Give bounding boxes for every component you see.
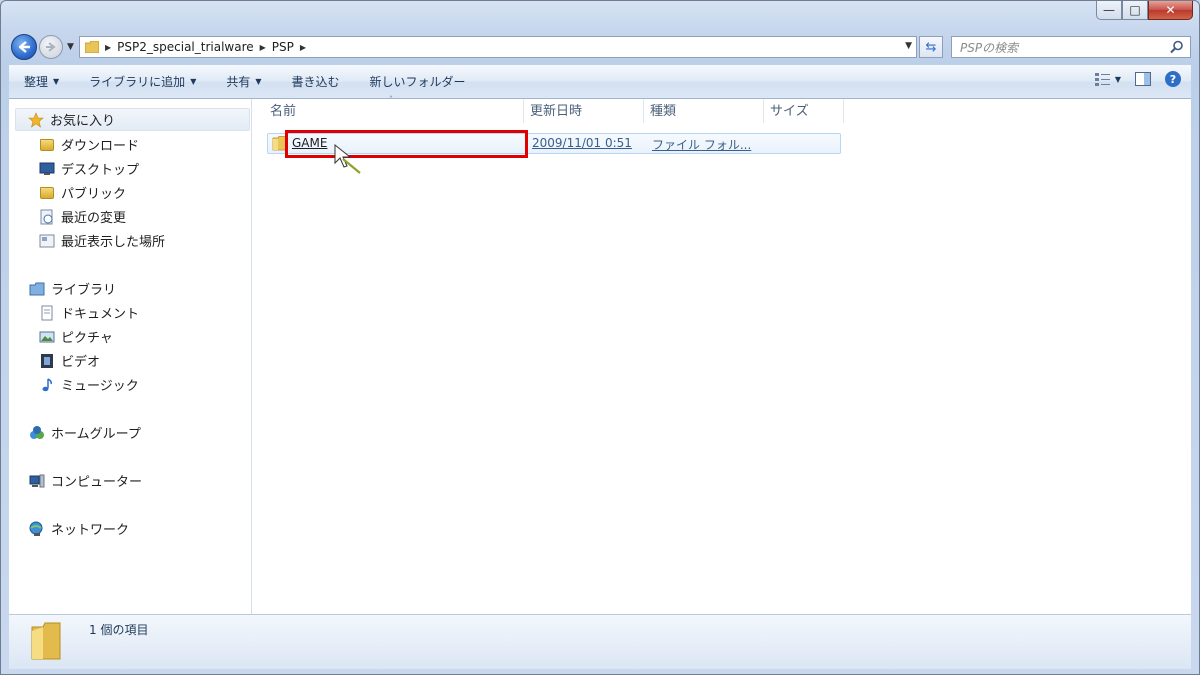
sidebar-item-recent-places[interactable]: 最近表示した場所 [39, 231, 165, 250]
sidebar-item-documents[interactable]: ドキュメント [39, 303, 139, 322]
command-bar: 整理 ▼ ライブラリに追加 ▼ 共有 ▼ 書き込む 新しいフォルダー ▼ ? [9, 65, 1191, 99]
details-pane: 1 個の項目 [9, 614, 1191, 669]
recent-places-icon [39, 234, 55, 247]
sidebar-item-label: ドキュメント [61, 307, 140, 322]
network-icon [29, 521, 43, 536]
view-controls: ▼ ? [1094, 71, 1181, 87]
address-dropdown[interactable]: ▼ [905, 41, 912, 51]
refresh-icon: ⇆ [925, 39, 937, 55]
search-icon[interactable] [1170, 40, 1184, 54]
close-button[interactable]: ✕ [1148, 1, 1193, 20]
dropdown-arrow-icon: ▼ [53, 77, 60, 86]
sidebar-item-downloads[interactable]: ダウンロード [39, 135, 139, 154]
search-placeholder: PSPの検索 [960, 40, 1019, 55]
breadcrumb-item[interactable]: PSP [272, 40, 294, 54]
sidebar-item-label: デスクトップ [61, 163, 140, 178]
search-input[interactable]: PSPの検索 [951, 36, 1191, 58]
view-dropdown-arrow-icon[interactable]: ▼ [1115, 75, 1121, 84]
new-folder-label: 新しいフォルダー [369, 75, 466, 89]
arrow-left-icon [18, 41, 30, 53]
breadcrumb-separator[interactable]: ▶ [300, 43, 306, 52]
homegroup-icon [30, 425, 44, 439]
desktop-icon [39, 162, 55, 175]
computer-icon [29, 474, 45, 487]
caption-buttons: — □ ✕ [1096, 1, 1193, 20]
sidebar-item-label: ネットワーク [51, 523, 130, 538]
burn-label: 書き込む [291, 75, 340, 89]
document-icon [41, 305, 53, 320]
sidebar-item-homegroup[interactable]: ホームグループ [29, 423, 141, 442]
sidebar-item-label: コンピューター [51, 475, 143, 490]
sidebar-item-label: お気に入り [50, 114, 116, 129]
video-icon [41, 353, 53, 368]
refresh-button[interactable]: ⇆ [919, 36, 943, 58]
folder-icon [39, 185, 55, 201]
preview-pane-icon[interactable] [1135, 72, 1151, 86]
sidebar-item-label: 最近の変更 [61, 211, 127, 226]
column-header-modified[interactable]: 更新日時 [524, 99, 644, 123]
star-icon [28, 111, 44, 128]
file-type: ファイル フォル... [652, 138, 752, 152]
dropdown-arrow-icon: ▼ [255, 77, 262, 86]
organize-button[interactable]: 整理 ▼ [9, 65, 74, 98]
sidebar-item-label: パブリック [61, 187, 127, 202]
view-options-icon[interactable] [1094, 72, 1111, 86]
column-header-size[interactable]: サイズ [764, 99, 844, 123]
navigation-pane: お気に入り ダウンロード デスクトップ パブリック 最近の変更 最近表示した場所… [9, 99, 252, 614]
sidebar-item-music[interactable]: ミュージック [39, 375, 139, 394]
maximize-button[interactable]: □ [1122, 1, 1148, 20]
burn-button[interactable]: 書き込む [277, 65, 355, 98]
add-to-library-button[interactable]: ライブラリに追加 ▼ [74, 65, 211, 98]
picture-icon [39, 331, 55, 342]
new-folder-button[interactable]: 新しいフォルダー [355, 65, 481, 98]
breadcrumb-separator: ▶ [105, 42, 112, 52]
sidebar-item-label: 最近表示した場所 [61, 235, 166, 250]
share-button[interactable]: 共有 ▼ [211, 65, 276, 98]
recent-changes-icon [40, 209, 53, 224]
file-modified: 2009/11/01 0:51 [532, 136, 632, 150]
file-list: ˄ 名前 更新日時 種類 サイズ GAME 2009/11/01 0:51 ファ… [252, 95, 1191, 614]
sidebar-item-label: ピクチャ [61, 331, 113, 346]
address-bar[interactable]: ▶ PSP2_special_trialware ▶ PSP ▶ ▼ [79, 36, 917, 58]
minimize-button[interactable]: — [1096, 1, 1122, 20]
music-icon [42, 377, 52, 391]
sidebar-item-pictures[interactable]: ピクチャ [39, 327, 113, 346]
sidebar-item-label: ライブラリ [51, 283, 117, 298]
add-to-library-label: ライブラリに追加 [89, 75, 186, 89]
explorer-window: — □ ✕ ▼ ▶ PSP2_special_trialware ▶ PSP ▶… [0, 0, 1200, 675]
recent-pages-dropdown[interactable]: ▼ [67, 42, 74, 52]
arrow-right-icon [46, 42, 56, 52]
sidebar-item-label: ビデオ [61, 355, 101, 370]
cursor-icon [334, 143, 361, 174]
sidebar-item-public[interactable]: パブリック [39, 183, 126, 202]
folder-icon [31, 622, 61, 660]
sidebar-item-desktop[interactable]: デスクトップ [39, 159, 139, 178]
breadcrumb-separator[interactable]: ▶ [260, 43, 266, 52]
sidebar-item-videos[interactable]: ビデオ [39, 351, 100, 370]
forward-button[interactable] [39, 35, 63, 59]
folder-icon [85, 41, 99, 53]
sidebar-item-network[interactable]: ネットワーク [29, 519, 129, 538]
sidebar-item-label: ダウンロード [61, 139, 140, 154]
help-icon[interactable]: ? [1165, 71, 1181, 87]
sidebar-item-recent-changes[interactable]: 最近の変更 [39, 207, 126, 226]
sidebar-item-libraries[interactable]: ライブラリ [29, 279, 116, 298]
back-button[interactable] [11, 34, 37, 60]
organize-label: 整理 [24, 75, 49, 89]
column-header-type[interactable]: 種類 [644, 99, 764, 123]
breadcrumb-item[interactable]: PSP2_special_trialware [117, 40, 253, 54]
sidebar-item-favorites[interactable]: お気に入り [15, 108, 250, 131]
highlight-annotation [285, 130, 528, 158]
library-icon [29, 282, 45, 295]
item-count: 1 個の項目 [89, 623, 149, 637]
sidebar-item-label: ミュージック [61, 379, 139, 394]
dropdown-arrow-icon: ▼ [190, 77, 197, 86]
sidebar-item-label: ホームグループ [51, 427, 141, 442]
column-header-name[interactable]: 名前 [264, 99, 524, 123]
download-folder-icon [39, 137, 55, 153]
share-label: 共有 [226, 75, 251, 89]
sidebar-item-computer[interactable]: コンピューター [29, 471, 142, 490]
